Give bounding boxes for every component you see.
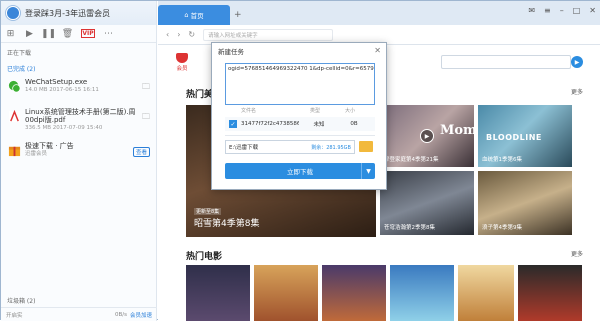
app-window: 登录踩3月-3年迅雷会员 ⊞ ▶ ❚❚ 🗑 VIP ⋯ 正在下载 已完成 (2)… xyxy=(0,0,600,321)
file-name: Linux系统管理技术手册(第二版).周清3 xyxy=(25,108,135,116)
new-tab-icon[interactable]: + xyxy=(234,10,242,20)
status-bar: 开启实 0B/s 会员加速 xyxy=(1,307,157,321)
more-icon[interactable]: ⋯ xyxy=(103,28,114,39)
download-now-button[interactable]: 立即下载 ▼ xyxy=(225,163,375,179)
save-path-field[interactable]: E:\迅雷下载 剩余：281.95GB xyxy=(225,140,355,154)
toolbar: ⊞ ▶ ❚❚ 🗑 VIP ⋯ xyxy=(1,25,156,43)
download-label: 立即下载 xyxy=(287,168,313,176)
mail-icon[interactable]: ✉ xyxy=(528,6,535,15)
window-controls: ✉ ≡ – □ ✕ xyxy=(528,6,596,15)
more-link-tv[interactable]: 更多 xyxy=(571,87,583,96)
new-task-dialog: 新建任务 ✕ ogid=576851464969322470 1&dp-cell… xyxy=(211,42,387,190)
folder-icon[interactable]: 🗀 xyxy=(142,81,150,95)
menu-icon[interactable]: ≡ xyxy=(544,6,551,15)
file-meta: 336.5 MB 2017-07-09 15:40 xyxy=(25,125,103,131)
speed-readout: 0B/s xyxy=(114,311,127,318)
section-title-movies: 热门电影 xyxy=(186,252,223,262)
status-text: 开启实 xyxy=(6,312,23,319)
free-space: 剩余：281.95GB xyxy=(311,144,351,151)
tab-label: 首页 xyxy=(190,12,204,20)
col-size: 大小 xyxy=(344,108,355,114)
chevron-down-icon[interactable]: ▼ xyxy=(361,163,375,179)
tab-bar: ⌂ 首页 + ✉ ≡ – □ ✕ xyxy=(158,1,600,25)
dialog-title: 新建任务 xyxy=(218,48,244,56)
browse-folder-icon[interactable] xyxy=(359,141,373,152)
search-icon[interactable]: ▶ xyxy=(571,56,583,68)
show-thumbnail[interactable]: ▶ Mom 摩登家庭第4季第21集 xyxy=(380,105,477,167)
play-icon[interactable]: ▶ xyxy=(420,129,434,143)
mom-title: Mom xyxy=(440,123,477,138)
featured-caption: 昭雪第4季第8集 xyxy=(194,219,260,229)
close-icon[interactable]: ✕ xyxy=(374,46,381,55)
list-item[interactable]: 极速下载 · 广告 迅雷会员 查看 xyxy=(1,139,156,169)
vip-logo[interactable]: 会员 xyxy=(176,52,188,72)
thumb-caption: 血统第1季第6集 xyxy=(482,157,522,163)
file-name: WeChatSetup.exe xyxy=(25,78,88,86)
thumb-caption: 摩登家庭第4季第21集 xyxy=(384,157,439,163)
maximize-icon[interactable]: □ xyxy=(573,6,581,15)
section-downloading[interactable]: 正在下载 xyxy=(1,43,156,59)
list-item[interactable]: Linux系统管理技术手册(第二版).周清3 00dpi版.pdf 336.5 … xyxy=(1,105,156,139)
pause-icon[interactable]: ❚❚ xyxy=(41,28,56,39)
file-row[interactable]: ✓ 31477f72f2c4738586​7... 未知 0B xyxy=(225,117,375,131)
save-path: E:\迅雷下载 xyxy=(229,145,259,151)
col-name: 文件名 xyxy=(241,108,257,114)
ad-title: 极速下载 · 广告 xyxy=(25,142,74,150)
new-task-icon[interactable]: ⊞ xyxy=(5,28,16,39)
thumb-caption: 浪子第4季第9集 xyxy=(482,225,522,231)
show-thumbnail[interactable]: 浪子第4季第9集 xyxy=(478,171,572,235)
movie-thumbnail[interactable] xyxy=(390,265,454,321)
crown-icon xyxy=(176,52,188,63)
movie-thumbnail[interactable] xyxy=(254,265,318,321)
forward-icon[interactable]: › xyxy=(177,30,180,39)
vip-icon[interactable]: VIP xyxy=(81,29,95,38)
trash-section[interactable]: 垃圾箱 (2) xyxy=(7,296,35,305)
avatar[interactable] xyxy=(6,6,20,20)
user-bar: 登录踩3月-3年迅雷会员 xyxy=(1,1,156,25)
list-item[interactable]: WeChatSetup.exe 14.0 MB 2017-06-15 16:11… xyxy=(1,75,156,105)
minimize-icon[interactable]: – xyxy=(560,6,564,15)
episode-badge: 更新至8集 xyxy=(194,208,222,215)
page-search-input[interactable] xyxy=(441,55,571,69)
link-input[interactable]: ogid=576851464969322470 1&dp-cellid=0&r=… xyxy=(225,63,375,105)
thumb-caption: 苍穹浩瀚第2季第8集 xyxy=(384,225,435,231)
folder-icon[interactable]: 🗀 xyxy=(142,111,150,125)
vip-boost-link[interactable]: 会员加速 xyxy=(130,311,152,319)
section-completed[interactable]: 已完成 (2) xyxy=(1,59,156,75)
file-size: 0B xyxy=(350,121,358,127)
back-icon[interactable]: ‹ xyxy=(166,30,169,39)
close-icon[interactable]: ✕ xyxy=(589,6,596,15)
pdf-icon xyxy=(8,110,21,123)
file-table-header: 文件名 类型 大小 xyxy=(225,107,375,114)
tab-home[interactable]: ⌂ 首页 xyxy=(158,5,230,25)
show-thumbnail[interactable]: 苍穹浩瀚第2季第8集 xyxy=(380,171,474,235)
user-label[interactable]: 登录踩3月-3年迅雷会员 xyxy=(25,8,110,19)
movie-thumbnail[interactable] xyxy=(322,265,386,321)
logo-label: 会员 xyxy=(176,65,188,72)
file-meta: 14.0 MB 2017-06-15 16:11 xyxy=(25,87,99,93)
view-button[interactable]: 查看 xyxy=(132,147,150,157)
delete-icon[interactable]: 🗑 xyxy=(62,28,73,39)
refresh-icon[interactable]: ↻ xyxy=(188,30,195,39)
file-name: 31477f72f2c4738586​7... xyxy=(241,121,299,127)
file-type: 未知 xyxy=(313,122,325,128)
movie-thumbnail[interactable] xyxy=(458,265,514,321)
gift-icon xyxy=(8,146,21,157)
movie-thumbnail[interactable] xyxy=(518,265,582,321)
file-checkbox[interactable]: ✓ xyxy=(229,120,237,128)
show-thumbnail[interactable]: BLOODLINE 血统第1季第6集 xyxy=(478,105,572,167)
more-link-movies[interactable]: 更多 xyxy=(571,249,583,258)
start-icon[interactable]: ▶ xyxy=(24,28,35,39)
col-type: 类型 xyxy=(309,108,320,114)
bloodline-title: BLOODLINE xyxy=(486,133,542,142)
movie-thumbnail[interactable] xyxy=(186,265,250,321)
divider xyxy=(225,135,375,136)
url-input[interactable]: 请输入网址或关键字 xyxy=(203,28,334,41)
wechat-icon xyxy=(8,80,21,93)
file-name-line2: 00dpi版.pdf xyxy=(25,116,66,124)
download-sidebar: 登录踩3月-3年迅雷会员 ⊞ ▶ ❚❚ 🗑 VIP ⋯ 正在下载 已完成 (2)… xyxy=(1,1,157,321)
